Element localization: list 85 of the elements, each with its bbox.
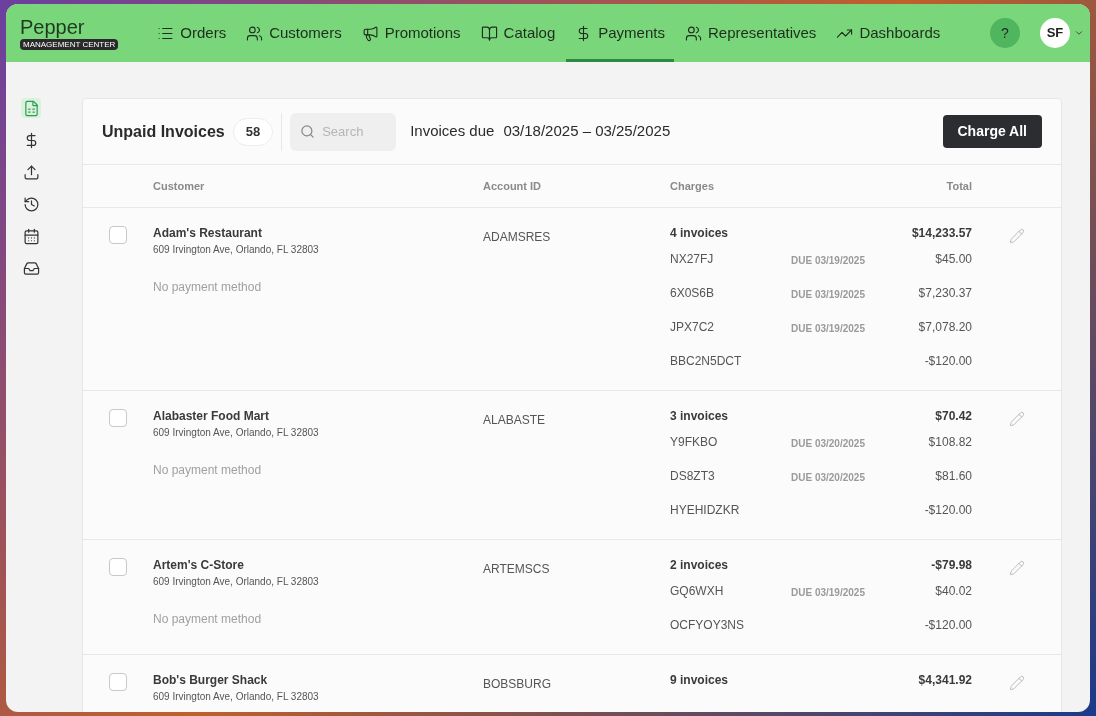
- invoice-id: OCFYOY3NS: [670, 617, 745, 634]
- invoice-id: DS8ZT3: [670, 468, 716, 485]
- customer-name: Adam's Restaurant: [153, 225, 263, 242]
- customer-address: 609 Irvington Ave, Orlando, FL 32803: [153, 426, 320, 440]
- row-checkbox[interactable]: [109, 673, 127, 691]
- customer-address: 609 Irvington Ave, Orlando, FL 32803: [153, 690, 320, 704]
- sidebar-item[interactable]: [21, 226, 41, 246]
- due-date: DUE 03/19/2025: [791, 289, 865, 300]
- due-date: DUE 03/20/2025: [791, 438, 865, 449]
- payment-method: No payment method: [153, 462, 263, 479]
- customer-name: Bob's Burger Shack: [153, 672, 269, 689]
- nav-tab[interactable]: Representatives: [675, 4, 826, 62]
- due-date: DUE 03/20/2025: [791, 472, 865, 483]
- invoice-amount: -$120.00: [923, 617, 972, 634]
- column-header: Total: [945, 178, 972, 194]
- nav-tab[interactable]: Promotions: [352, 4, 470, 62]
- invoice-count: 2 invoices: [670, 557, 729, 574]
- invoice-amount: $45.00: [934, 251, 972, 268]
- edit-icon[interactable]: [1008, 411, 1025, 427]
- nav-tab[interactable]: Catalog: [471, 4, 565, 62]
- invoice-amount: $108.82: [927, 434, 972, 451]
- invoice-id: BBC2N5DCT: [670, 353, 743, 370]
- row-total: $70.42: [935, 408, 972, 425]
- invoice-amount: $7,078.20: [917, 319, 972, 336]
- column-header: Customer: [153, 178, 206, 194]
- app-logo: Pepper: [20, 16, 86, 37]
- row-total: $14,233.57: [911, 225, 972, 242]
- invoice-count: 9 invoices: [670, 672, 729, 689]
- payment-method: No payment method: [153, 279, 263, 296]
- range-label: Invoices due: [410, 121, 495, 142]
- invoice-id: NX27FJ: [670, 251, 715, 268]
- card-title: Unpaid Invoices: [102, 121, 225, 142]
- row-total: $4,341.92: [918, 672, 972, 689]
- help-button[interactable]: ?: [990, 18, 1020, 48]
- due-date: DUE 03/19/2025: [791, 587, 865, 598]
- customer-address: 609 Irvington Ave, Orlando, FL 32803: [153, 243, 320, 257]
- date-range: 03/18/2025 – 03/25/2025: [503, 121, 671, 142]
- due-date: DUE 03/19/2025: [791, 323, 865, 334]
- sidebar-item[interactable]: [21, 162, 41, 182]
- account-id: ARTEMSCS: [483, 562, 550, 576]
- invoice-amount: -$120.00: [923, 502, 972, 519]
- row-total: -$79.98: [931, 557, 972, 574]
- invoice-count: 3 invoices: [670, 408, 729, 425]
- search-icon: [300, 123, 316, 139]
- invoice-amount: $7,230.37: [917, 285, 972, 302]
- invoice-id: HYEHIDZKR: [670, 502, 741, 519]
- edit-icon[interactable]: [1008, 675, 1025, 691]
- due-date: DUE 03/19/2025: [791, 255, 865, 266]
- megaphone-icon: [361, 24, 379, 42]
- invoice-amount: $40.02: [934, 583, 972, 600]
- book-icon: [480, 24, 498, 42]
- customer-name: Artem's C-Store: [153, 557, 245, 574]
- people-icon: [246, 24, 264, 42]
- caret-icon[interactable]: [1074, 28, 1084, 38]
- nav-tab[interactable]: Customers: [237, 4, 351, 62]
- account-id: ADAMSRES: [483, 230, 551, 244]
- edit-icon[interactable]: [1008, 560, 1025, 576]
- people-icon: [684, 24, 702, 42]
- user-avatar[interactable]: SF: [1040, 18, 1070, 48]
- row-checkbox[interactable]: [109, 558, 127, 576]
- account-id: BOBSBURG: [483, 677, 551, 691]
- nav-tab[interactable]: Payments: [566, 4, 674, 62]
- nav-tab[interactable]: Orders: [148, 4, 236, 62]
- sidebar-item[interactable]: [21, 194, 41, 214]
- app-subtitle: MANAGEMENT CENTER: [20, 38, 119, 50]
- invoice-id: Y9FKBO: [670, 434, 719, 451]
- charge-all-button[interactable]: Charge All: [942, 115, 1042, 148]
- invoice-amount: -$120.00: [923, 353, 972, 370]
- edit-icon[interactable]: [1008, 228, 1025, 244]
- nav-tab[interactable]: Dashboards: [827, 4, 950, 62]
- account-id: ALABASTE: [483, 413, 546, 427]
- row-checkbox[interactable]: [109, 409, 127, 427]
- column-header: Charges: [670, 178, 716, 194]
- invoice-count: 4 invoices: [670, 225, 729, 242]
- invoice-id: JPX7C2: [670, 319, 716, 336]
- invoice-id: 6X0S6B: [670, 285, 716, 302]
- row-checkbox[interactable]: [109, 226, 127, 244]
- customer-name: Alabaster Food Mart: [153, 408, 270, 425]
- payment-method: No payment method: [153, 611, 263, 628]
- column-header: Account ID: [483, 178, 543, 194]
- customer-address: 609 Irvington Ave, Orlando, FL 32803: [153, 575, 320, 589]
- invoice-id: GQ6WXH: [670, 583, 725, 600]
- count-badge: 58: [232, 117, 274, 146]
- search-field[interactable]: Search: [290, 112, 397, 151]
- invoice-amount: $81.60: [934, 468, 972, 485]
